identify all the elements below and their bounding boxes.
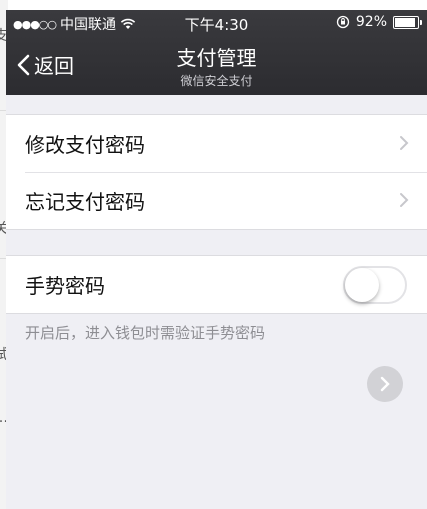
gesture-password-toggle[interactable]: [343, 266, 407, 304]
rotation-lock-icon: [336, 15, 350, 29]
top-bar: ●●●○○ 中国联通 下午4:30 92% 返回 支付管理 微信安全支付: [6, 10, 427, 95]
password-menu-group: 修改支付密码 忘记支付密码: [6, 114, 427, 230]
battery-percent: 92%: [355, 14, 387, 30]
page-title: 支付管理: [176, 46, 257, 70]
chevron-right-icon: [400, 136, 409, 150]
chevron-right-icon: [380, 376, 390, 392]
gesture-password-row: 手势密码: [6, 256, 427, 313]
page-subtitle: 微信安全支付: [180, 74, 253, 88]
row-label: 手势密码: [25, 274, 105, 298]
toggle-knob: [345, 268, 379, 302]
gesture-hint: 开启后，进入钱包时需验证手势密码: [25, 324, 266, 342]
chevron-right-icon: [400, 193, 409, 207]
forgot-password-row[interactable]: 忘记支付密码: [6, 172, 427, 229]
navigation-bar: 返回 支付管理 微信安全支付: [6, 40, 427, 90]
change-password-row[interactable]: 修改支付密码: [6, 115, 427, 172]
gesture-group: 手势密码: [6, 255, 427, 314]
payment-management-screen: ●●●○○ 中国联通 下午4:30 92% 返回 支付管理 微信安全支付 修改支…: [6, 10, 427, 509]
floating-next-button[interactable]: [367, 366, 403, 402]
battery-icon: [393, 15, 422, 29]
status-bar: ●●●○○ 中国联通 下午4:30 92%: [6, 14, 427, 34]
row-label: 忘记支付密码: [25, 190, 145, 214]
row-label: 修改支付密码: [25, 133, 145, 157]
